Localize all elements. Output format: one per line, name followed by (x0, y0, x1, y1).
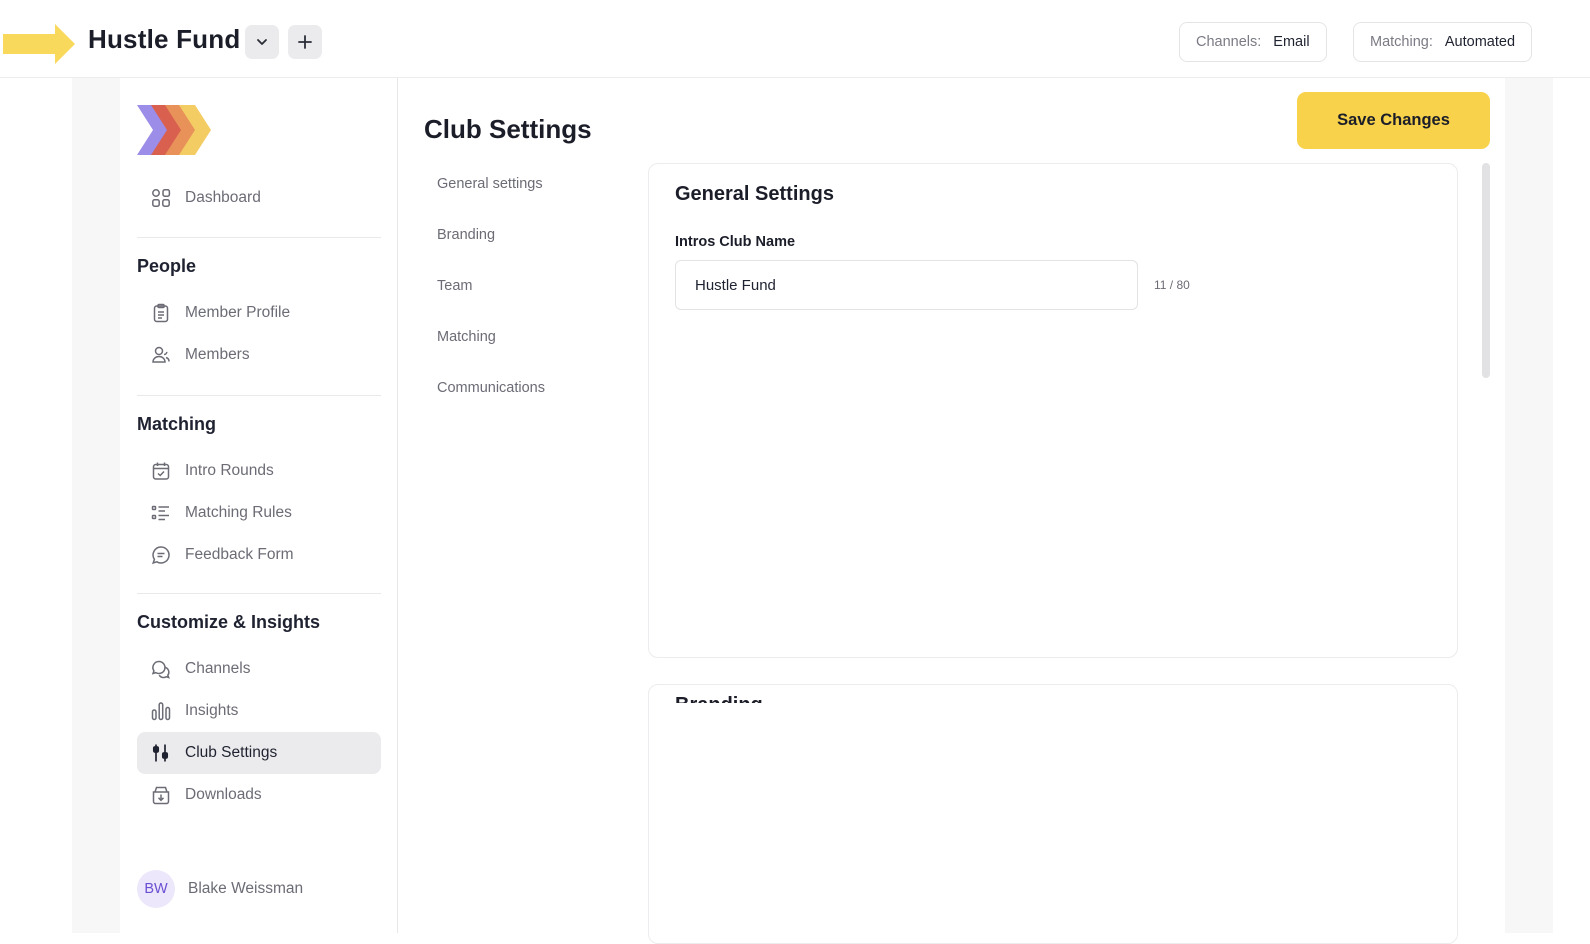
sidebar-item-member-profile[interactable]: Member Profile (137, 292, 381, 334)
channels-label: Channels: (1196, 34, 1262, 50)
user-name: Blake Weissman (188, 880, 304, 897)
app-logo (137, 105, 211, 155)
plus-icon (298, 35, 312, 49)
chat-bubble-icon (150, 544, 172, 566)
section-title-customize: Customize & Insights (137, 612, 321, 632)
sidebar-item-club-settings[interactable]: Club Settings (137, 732, 381, 774)
sidebar-item-label: Downloads (185, 786, 262, 803)
char-counter: 11 / 80 (1154, 278, 1190, 292)
page-title: Club Settings (424, 114, 592, 144)
card-title: Branding (675, 691, 763, 703)
channels-pill[interactable]: Channels: Email (1179, 22, 1327, 62)
frame-left (72, 78, 120, 933)
subnav-communications[interactable]: Communications (437, 380, 545, 396)
scrollbar[interactable] (1482, 163, 1490, 378)
subnav-team[interactable]: Team (437, 278, 472, 294)
chats-icon (150, 658, 172, 680)
club-name-input[interactable] (675, 260, 1138, 310)
subnav-matching[interactable]: Matching (437, 329, 496, 345)
sidebar-item-intro-rounds[interactable]: Intro Rounds (137, 450, 381, 492)
sidebar: Dashboard People Member Profile Members … (120, 78, 398, 933)
grid-icon (150, 187, 172, 209)
subnav-branding[interactable]: Branding (437, 227, 495, 243)
list-icon (150, 502, 172, 524)
avatar: BW (137, 870, 175, 908)
matching-pill[interactable]: Matching: Automated (1353, 22, 1533, 62)
branding-card: Branding (648, 684, 1458, 944)
sidebar-item-dashboard[interactable]: Dashboard (137, 177, 381, 219)
section-title-matching: Matching (137, 414, 216, 434)
sidebar-item-label: Members (185, 346, 250, 363)
frame-right (1505, 78, 1553, 933)
sidebar-item-downloads[interactable]: Downloads (137, 774, 381, 816)
divider (137, 593, 381, 594)
club-name-title: Hustle Fund (88, 24, 241, 54)
chevron-down-icon (257, 39, 267, 45)
sidebar-item-label: Dashboard (185, 189, 261, 206)
clipboard-icon (150, 302, 172, 324)
sidebar-item-members[interactable]: Members (137, 334, 381, 376)
pointer-arrow-icon (3, 24, 75, 64)
sidebar-item-label: Intro Rounds (185, 462, 274, 479)
club-switch-dropdown-button[interactable] (245, 25, 279, 59)
card-title: General Settings (675, 183, 834, 205)
matching-label: Matching: (1370, 34, 1433, 50)
divider (137, 237, 381, 238)
sliders-icon (150, 742, 172, 764)
sidebar-item-label: Channels (185, 660, 251, 677)
channels-value: Email (1273, 34, 1310, 50)
sidebar-item-label: Matching Rules (185, 504, 292, 521)
sidebar-item-channels[interactable]: Channels (137, 648, 381, 690)
matching-value: Automated (1444, 34, 1516, 50)
sidebar-item-label: Member Profile (185, 304, 291, 321)
general-settings-card: General Settings Intros Club Name 11 / 8… (648, 163, 1458, 658)
add-club-button[interactable] (288, 25, 322, 59)
bar-chart-icon (150, 700, 172, 722)
save-changes-button[interactable]: Save Changes (1297, 92, 1490, 149)
users-icon (150, 344, 172, 366)
subnav-general-settings[interactable]: General settings (437, 176, 543, 192)
club-name-label: Intros Club Name (675, 234, 796, 250)
section-title-people: People (137, 256, 197, 276)
sidebar-item-label: Insights (185, 702, 239, 719)
calendar-check-icon (150, 460, 172, 482)
sidebar-item-insights[interactable]: Insights (137, 690, 381, 732)
sidebar-item-feedback-form[interactable]: Feedback Form (137, 534, 381, 576)
sidebar-item-label: Feedback Form (185, 546, 294, 563)
sidebar-item-label: Club Settings (185, 744, 278, 761)
top-bar: Hustle Fund Channels: Email Matching: Au… (0, 0, 1590, 78)
download-box-icon (150, 784, 172, 806)
user-profile[interactable]: BW Blake Weissman (137, 870, 303, 908)
divider (137, 395, 381, 396)
sidebar-item-matching-rules[interactable]: Matching Rules (137, 492, 381, 534)
